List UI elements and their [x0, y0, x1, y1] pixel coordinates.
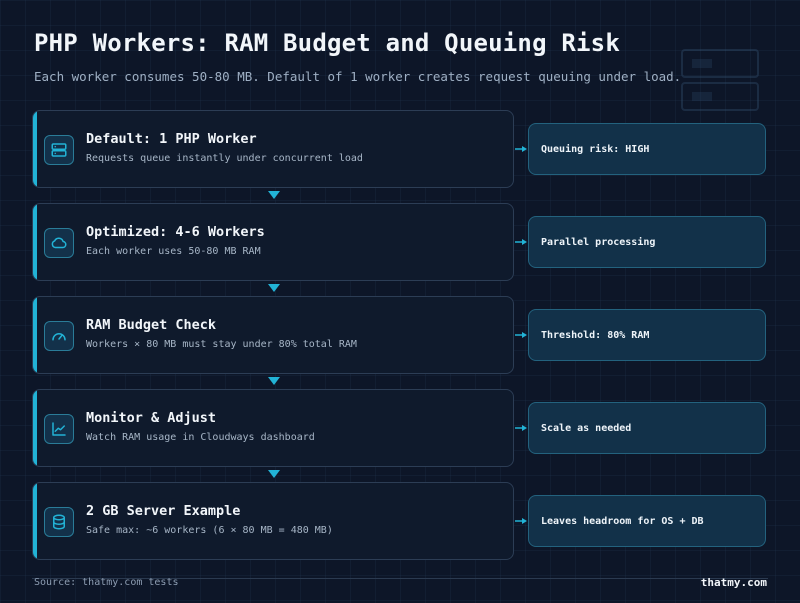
step-title: Optimized: 4-6 Workers: [86, 224, 265, 240]
server-icon: [44, 135, 74, 165]
connector-arrow-icon: [515, 239, 527, 245]
step-card-ram-budget: RAM Budget Check Workers × 80 MB must st…: [32, 296, 514, 374]
server-rack-decoration: [681, 49, 759, 111]
step-title: 2 GB Server Example: [86, 503, 241, 519]
step-title: Monitor & Adjust: [86, 410, 217, 426]
step-badge: Threshold: 80% RAM: [528, 309, 766, 361]
step-accent-bar: [33, 390, 37, 466]
cloud-icon: [44, 228, 74, 258]
step-accent-bar: [33, 483, 37, 559]
step-accent-bar: [33, 204, 37, 280]
step-badge: Leaves headroom for OS + DB: [528, 495, 766, 547]
source-note: Source: thatmy.com tests: [34, 577, 179, 588]
page-title: PHP Workers: RAM Budget and Queuing Risk: [34, 29, 620, 57]
brand-logo: thatmy.com: [700, 576, 767, 589]
flow-down-arrow-icon: [268, 284, 280, 292]
step-title: RAM Budget Check: [86, 317, 217, 333]
step-description: Each worker uses 50-80 MB RAM: [86, 246, 261, 257]
step-description: Workers × 80 MB must stay under 80% tota…: [86, 339, 357, 350]
connector-arrow-icon: [515, 146, 527, 152]
step-accent-bar: [33, 297, 37, 373]
flow-down-arrow-icon: [268, 377, 280, 385]
database-icon: [44, 507, 74, 537]
gauge-icon: [44, 321, 74, 351]
connector-arrow-icon: [515, 518, 527, 524]
step-badge: Parallel processing: [528, 216, 766, 268]
step-title: Default: 1 PHP Worker: [86, 131, 257, 147]
step-card-default-worker: Default: 1 PHP Worker Requests queue ins…: [32, 110, 514, 188]
step-description: Requests queue instantly under concurren…: [86, 153, 363, 164]
connector-arrow-icon: [515, 425, 527, 431]
step-card-server-example: 2 GB Server Example Safe max: ~6 workers…: [32, 482, 514, 560]
chart-line-icon: [44, 414, 74, 444]
page-subtitle: Each worker consumes 50-80 MB. Default o…: [34, 69, 682, 84]
step-card-monitor-adjust: Monitor & Adjust Watch RAM usage in Clou…: [32, 389, 514, 467]
step-badge: Queuing risk: HIGH: [528, 123, 766, 175]
flow-down-arrow-icon: [268, 470, 280, 478]
step-accent-bar: [33, 111, 37, 187]
flow-down-arrow-icon: [268, 191, 280, 199]
step-description: Safe max: ~6 workers (6 × 80 MB = 480 MB…: [86, 525, 333, 536]
step-description: Watch RAM usage in Cloudways dashboard: [86, 432, 315, 443]
connector-arrow-icon: [515, 332, 527, 338]
step-badge: Scale as needed: [528, 402, 766, 454]
step-card-optimized-workers: Optimized: 4-6 Workers Each worker uses …: [32, 203, 514, 281]
